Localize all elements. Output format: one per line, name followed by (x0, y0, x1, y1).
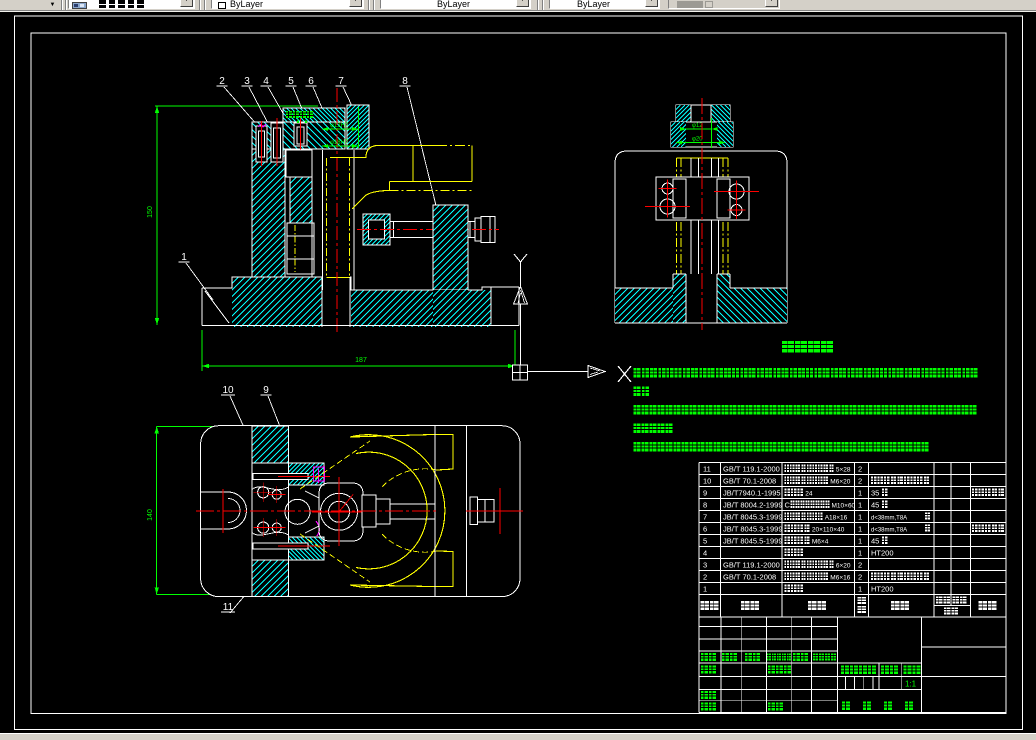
svg-text:5: 5 (703, 537, 707, 546)
svg-text:2: 2 (858, 561, 862, 570)
svg-text:187: 187 (355, 357, 367, 364)
svg-text:20×110×40: 20×110×40 (812, 527, 845, 534)
svg-text:11: 11 (703, 465, 711, 474)
svg-text:24: 24 (805, 491, 813, 498)
svg-text:8: 8 (703, 501, 707, 510)
svg-text:1: 1 (858, 549, 862, 558)
svg-text:2: 2 (858, 465, 862, 474)
svg-text:1: 1 (858, 513, 862, 522)
svg-text:GB/T 70.1-2008: GB/T 70.1-2008 (723, 573, 776, 582)
svg-text:1: 1 (703, 585, 707, 594)
svg-text:JB/T7940.1-1995: JB/T7940.1-1995 (723, 489, 781, 498)
svg-text:φ12H7: φ12H7 (330, 123, 349, 129)
svg-text:M6×4: M6×4 (812, 539, 829, 546)
svg-text:4: 4 (263, 76, 269, 87)
svg-text:JB/T 8045.5-1999: JB/T 8045.5-1999 (723, 537, 783, 546)
svg-text:HT200: HT200 (871, 585, 894, 594)
svg-text:6×20: 6×20 (836, 563, 851, 570)
svg-text:150: 150 (147, 206, 154, 218)
svg-text:45: 45 (871, 537, 879, 546)
svg-text:35: 35 (871, 489, 879, 498)
svg-text:A18×16: A18×16 (825, 515, 848, 522)
svg-text:1: 1 (858, 537, 862, 546)
svg-text:1: 1 (858, 525, 862, 534)
svg-text:9: 9 (263, 385, 269, 396)
svg-text:8: 8 (402, 76, 408, 87)
svg-text:JB/T 8004.2-1999: JB/T 8004.2-1999 (723, 501, 783, 510)
svg-text:5×28: 5×28 (836, 467, 851, 474)
svg-text:45: 45 (871, 501, 879, 510)
svg-text:2: 2 (858, 477, 862, 486)
svg-text:1: 1 (858, 585, 862, 594)
svg-text:M6×16: M6×16 (830, 575, 850, 582)
svg-text:φ18H7: φ18H7 (330, 140, 349, 146)
svg-text:M10×60: M10×60 (832, 503, 856, 510)
svg-text:1:1: 1:1 (905, 680, 917, 689)
svg-text:140: 140 (147, 509, 154, 521)
svg-text:HT200: HT200 (871, 549, 894, 558)
svg-text:2: 2 (858, 573, 862, 582)
svg-text:GB/T 119.1-2000: GB/T 119.1-2000 (723, 561, 780, 570)
svg-text:GB/T 119.1-2000: GB/T 119.1-2000 (723, 465, 780, 474)
svg-text:6: 6 (308, 76, 314, 87)
svg-text:11: 11 (223, 602, 234, 613)
svg-text:7: 7 (703, 513, 707, 522)
svg-text:2: 2 (703, 573, 707, 582)
svg-text:3: 3 (244, 76, 250, 87)
svg-text:C: C (785, 501, 791, 510)
svg-text:d<38mm,T8A: d<38mm,T8A (871, 516, 907, 522)
svg-text:JB/T 8045.3-1999: JB/T 8045.3-1999 (723, 513, 783, 522)
svg-text:1: 1 (858, 489, 862, 498)
svg-text:10: 10 (703, 477, 711, 486)
svg-text:4: 4 (703, 549, 707, 558)
svg-text:M6×20: M6×20 (830, 479, 850, 486)
svg-text:7: 7 (338, 76, 344, 87)
svg-text:6: 6 (703, 525, 707, 534)
svg-text:9: 9 (703, 489, 707, 498)
svg-text:GB/T 70.1-2008: GB/T 70.1-2008 (723, 477, 776, 486)
svg-text:1: 1 (858, 501, 862, 510)
svg-text:d<38mm,T8A: d<38mm,T8A (871, 528, 907, 534)
svg-text:10: 10 (222, 385, 234, 396)
svg-text:2: 2 (219, 76, 225, 87)
svg-text:5: 5 (288, 76, 294, 87)
svg-text:JB/T 8045.3-1999: JB/T 8045.3-1999 (723, 525, 783, 534)
svg-text:1: 1 (181, 252, 187, 263)
svg-text:3: 3 (703, 561, 707, 570)
